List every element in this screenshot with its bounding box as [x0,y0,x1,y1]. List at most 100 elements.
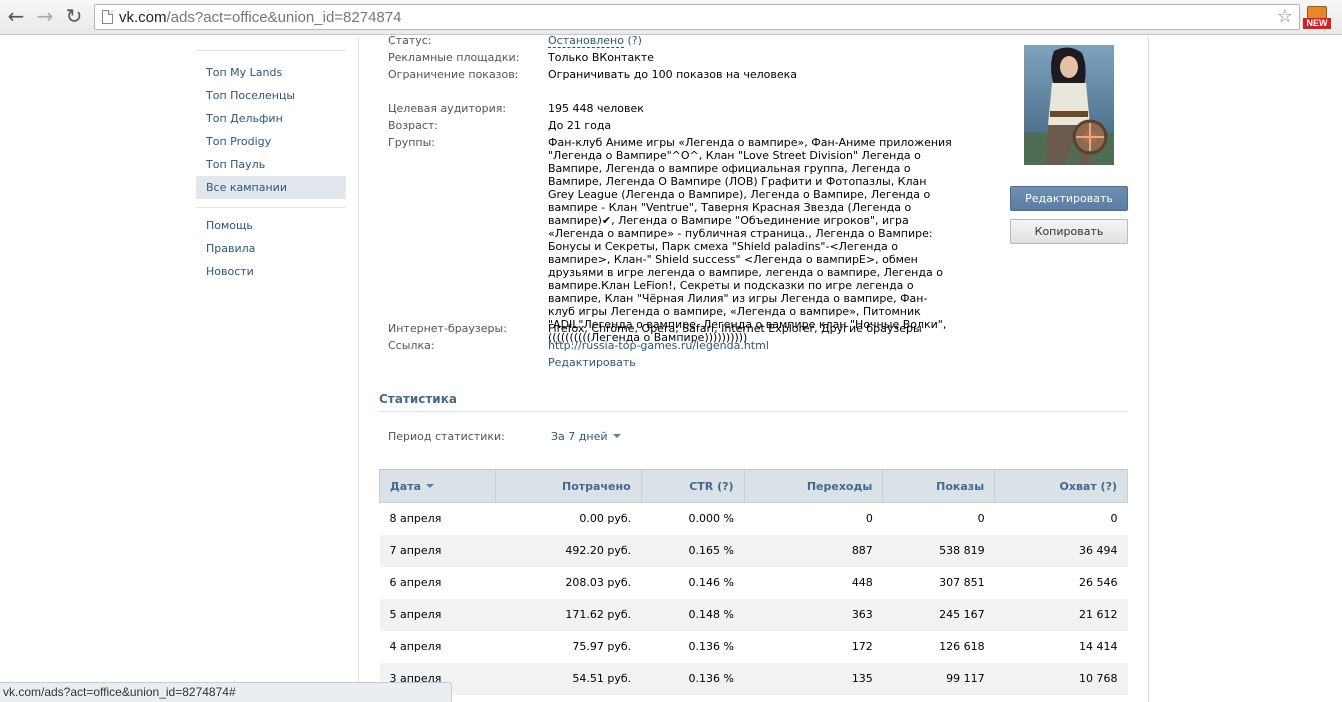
period-dropdown[interactable]: За 7 дней [551,430,621,443]
cell-clicks: 448 [851,576,873,589]
url-host: vk.com [119,9,167,26]
sidebar-divider [196,207,346,208]
cell-ctr: 0.148 % [641,598,744,631]
sidebar-item-all-campaigns[interactable]: Все кампании [196,176,346,199]
cell-reach: 0 [1110,512,1118,526]
cell-views: 538 819 [882,534,995,567]
cell-reach: 14 414 [1079,640,1118,653]
sidebar-item-top-poselentsy[interactable]: Топ Поселенцы [196,84,346,107]
edit-button[interactable]: Редактировать [1010,186,1128,211]
browser-status-bar: vk.com/ads?act=office&union_id=8274874# [0,682,452,702]
browser-toolbar: ← → ↻ vk.com/ads?act=office&union_id=827… [0,0,1342,35]
cell-ctr: 0.136 % [688,640,734,653]
browsers-label: Интернет-браузеры: [388,322,507,335]
page-content: Топ My Lands Топ Поселенцы Топ Дельфин Т… [0,36,1342,702]
reload-icon[interactable]: ↻ [62,5,86,29]
period-value: За 7 дней [551,430,608,443]
col-clicks-header[interactable]: Переходы [743,469,884,503]
table-row: 4 апреля 75.97 руб. 0.136 % 172 126 618 … [380,631,1128,663]
table-row: 6 апреля 208.03 руб. 0.146 % 448 307 851… [380,567,1128,599]
table-row: 8 апреля 0.00 руб. 0.000 % 0 0 0 [380,503,1128,535]
edit-ad-link[interactable]: Редактировать [548,356,636,369]
sidebar-item-help[interactable]: Помощь [196,214,346,237]
table-row: 3 апреля 54.51 руб. 0.136 % 135 99 117 1… [379,662,1128,695]
sidebar-item-news[interactable]: Новости [196,260,346,283]
cell-ctr: 0.146 % [688,576,734,589]
cell-spent: 492.20 руб. [495,534,642,567]
col-reach-header[interactable]: Охват (?) [994,469,1128,503]
cell-reach: 21 612 [994,598,1128,631]
limit-value: Ограничивать до 100 показов на человека [548,68,798,81]
cell-date: 7 апреля [379,534,496,567]
cell-spent: 75.97 руб. [572,640,632,653]
cell-spent: 171.62 руб. [495,598,642,631]
col-ctr-header[interactable]: CTR (?) [640,469,745,503]
page-icon [102,10,113,24]
sidebar-item-top-prodigy[interactable]: Топ Prodigy [196,130,346,153]
extension-new-badge: NEW [1303,18,1331,29]
address-url[interactable]: vk.com/ads?act=office&union_id=8274874 [119,9,401,26]
cell-spent: 54.51 руб. [495,662,642,695]
table-row: 7 апреля 492.20 руб. 0.165 % 887 538 819… [379,534,1128,567]
stats-title: Статистика [379,392,457,406]
period-label: Период статистики: [388,430,505,443]
status-label: Статус: [388,36,432,47]
col-spent-header[interactable]: Потрачено [494,469,642,503]
groups-label: Группы: [388,136,435,149]
platforms-value: Только ВКонтакте [548,51,655,64]
sidebar-item-top-delfin[interactable]: Топ Дельфин [196,107,346,130]
copy-button[interactable]: Копировать [1010,219,1128,244]
stats-header-row: Дата Потрачено CTR (?) Переходы Показы О… [379,469,1128,503]
content-divider-right [1148,36,1149,702]
cell-views: 0 [977,512,985,526]
cell-ctr: 0.165 % [641,534,744,567]
audience-value: 195 448 человек [548,102,644,115]
sidebar-item-top-paul[interactable]: Топ Пауль [196,153,346,176]
cell-ctr: 0.000 % [688,512,734,526]
sidebar: Топ My Lands Топ Поселенцы Топ Дельфин Т… [196,36,346,283]
extension-new-icon[interactable]: NEW [1303,6,1331,30]
cell-views: 126 618 [939,640,985,653]
age-label: Возраст: [388,119,439,132]
forward-arrow-icon[interactable]: → [33,5,57,29]
cell-views: 99 117 [882,662,995,695]
cell-spent: 208.03 руб. [565,576,632,589]
back-arrow-icon[interactable]: ← [4,5,28,29]
age-value: До 21 года [548,119,612,132]
groups-value: Фан-клуб Аниме игры «Легенда о вампире»,… [548,136,952,344]
status-value[interactable]: Остановлено [548,36,624,48]
cell-date: 5 апреля [379,598,496,631]
sidebar-item-top-my-lands[interactable]: Топ My Lands [196,61,346,84]
ad-image [1024,45,1114,165]
status-help-link[interactable]: (?) [627,36,641,47]
ad-link[interactable]: http://russia-top-games.ru/legenda.html [548,339,769,352]
cell-reach: 36 494 [994,534,1128,567]
col-date-label: Дата [390,479,422,493]
cell-views: 245 167 [882,598,995,631]
cell-clicks: 363 [744,598,883,631]
bookmark-star-icon[interactable]: ☆ [1277,6,1293,27]
address-bar[interactable]: vk.com/ads?act=office&union_id=8274874 ☆ [94,4,1300,30]
col-views-header[interactable]: Показы [882,469,996,503]
url-path: /ads?act=office&union_id=8274874 [166,9,402,26]
col-date-header[interactable]: Дата [379,469,496,503]
content-divider-left [358,36,359,702]
cell-reach: 26 546 [1079,576,1118,589]
cell-spent: 0.00 руб. [579,512,632,526]
browsers-value: Firefox, Chrome, Opera, Safari, Internet… [548,322,922,335]
cell-date: 6 апреля [389,576,442,589]
cell-date: 8 апреля [389,512,442,526]
stats-table: Дата Потрачено CTR (?) Переходы Показы О… [379,469,1128,695]
cell-ctr: 0.136 % [641,662,744,695]
cell-views: 307 851 [939,576,985,589]
cell-reach: 10 768 [994,662,1128,695]
status-value-wrap: Остановлено (?) [548,36,642,48]
stats-divider [379,411,1128,412]
cell-clicks: 887 [744,534,883,567]
cell-clicks: 172 [851,640,873,653]
sidebar-item-rules[interactable]: Правила [196,237,346,260]
audience-label: Целевая аудитория: [388,102,507,115]
table-row: 5 апреля 171.62 руб. 0.148 % 363 245 167… [379,598,1128,631]
sort-down-icon [426,483,435,488]
link-label: Ссылка: [388,339,435,352]
